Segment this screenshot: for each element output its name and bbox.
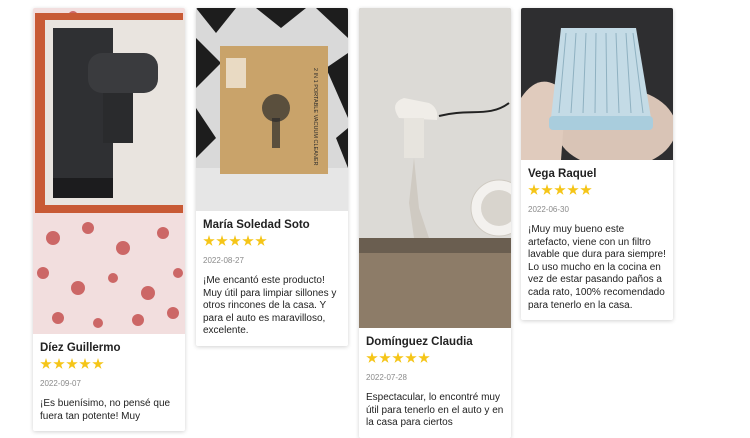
star-icon xyxy=(366,352,378,363)
star-icon xyxy=(92,358,104,369)
star-icon xyxy=(418,352,430,363)
star-icon xyxy=(203,235,215,246)
star-rating xyxy=(366,352,504,368)
star-icon xyxy=(392,352,404,363)
review-card[interactable]: Vega Raquel 2022-06-30 ¡Muy muy bueno es… xyxy=(521,8,673,321)
reviewer-name: Vega Raquel xyxy=(528,168,597,180)
reviewer-name: Díez Guillermo xyxy=(40,342,121,354)
review-photo[interactable] xyxy=(33,8,185,334)
review-text: ¡Muy muy bueno este artefacto, viene con… xyxy=(528,224,666,311)
star-rating xyxy=(40,358,178,374)
review-card[interactable]: Díez Guillermo 2022-09-07 ¡Es buenísimo,… xyxy=(33,8,185,432)
review-card[interactable]: 2 IN 1 PORTABLE VACUUM CLEANER María Sol… xyxy=(196,8,348,346)
review-photo[interactable] xyxy=(359,8,511,328)
review-photo[interactable]: 2 IN 1 PORTABLE VACUUM CLEANER xyxy=(196,8,348,211)
star-rating xyxy=(528,184,666,200)
review-text: ¡Me encantó este producto! Muy útil para… xyxy=(203,275,337,337)
star-icon xyxy=(405,352,417,363)
review-text: Espectacular, lo encontré muy útil para … xyxy=(366,392,504,429)
star-icon xyxy=(554,184,566,195)
review-date: 2022-07-28 xyxy=(366,373,407,382)
star-icon xyxy=(567,184,579,195)
star-icon xyxy=(66,358,78,369)
review-date: 2022-08-27 xyxy=(203,256,244,265)
star-icon xyxy=(40,358,52,369)
review-date: 2022-06-30 xyxy=(528,205,569,214)
star-icon xyxy=(580,184,592,195)
star-rating xyxy=(203,235,341,251)
star-icon xyxy=(528,184,540,195)
star-icon xyxy=(229,235,241,246)
review-date: 2022-09-07 xyxy=(40,379,81,388)
reviewer-name: Domínguez Claudia xyxy=(366,336,473,348)
star-icon xyxy=(242,235,254,246)
star-icon xyxy=(379,352,391,363)
star-icon xyxy=(79,358,91,369)
reviewer-name: María Soledad Soto xyxy=(203,219,310,231)
review-text: ¡Es buenísimo, no pensé que fuera tan po… xyxy=(40,398,171,422)
star-icon xyxy=(255,235,267,246)
star-icon xyxy=(541,184,553,195)
star-icon xyxy=(216,235,228,246)
review-photo[interactable] xyxy=(521,8,673,160)
box-label: 2 IN 1 PORTABLE VACUUM CLEANER xyxy=(312,68,318,166)
review-card[interactable]: Domínguez Claudia 2022-07-28 Espectacula… xyxy=(359,8,511,438)
star-icon xyxy=(53,358,65,369)
